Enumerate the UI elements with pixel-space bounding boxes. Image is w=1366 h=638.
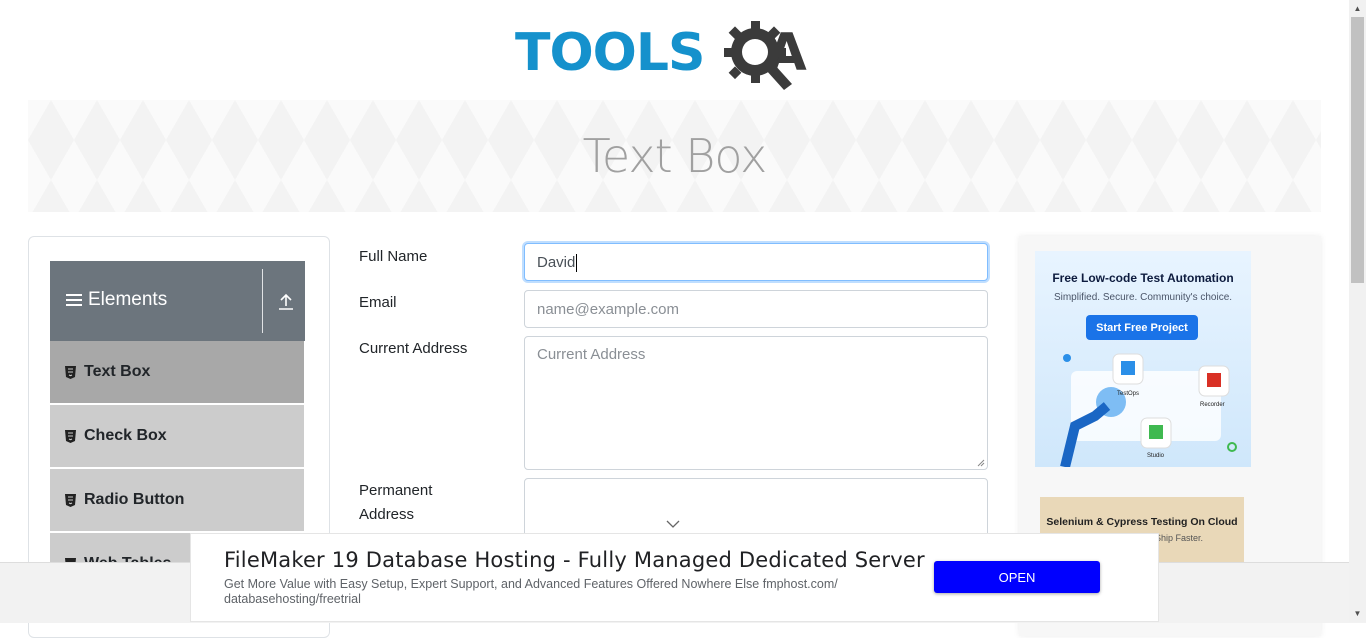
resize-handle-icon[interactable] (977, 459, 985, 467)
email-input[interactable]: name@example.com (524, 290, 988, 328)
elements-group-header[interactable]: Elements (50, 261, 305, 341)
current-address-label: Current Address (359, 340, 468, 357)
logo-text-tools: TOOLS (515, 23, 705, 83)
sidebar-item-label: Check Box (84, 427, 167, 444)
permanent-address-label: Permanent Address (359, 482, 433, 523)
ad2-title: Selenium & Cypress Testing On Cloud (1046, 516, 1238, 528)
ad1-subtitle: Simplified. Secure. Community's choice. (1053, 292, 1233, 303)
html5-icon (65, 493, 76, 507)
scroll-down-icon[interactable]: ▼ (1349, 605, 1366, 622)
ad1-label-studio: Studio (1147, 453, 1165, 459)
sidebar-item-label: Text Box (84, 363, 151, 380)
html5-icon (65, 429, 76, 443)
katalon-ad[interactable]: Free Low-code Test Automation Simplified… (1035, 251, 1251, 467)
elements-group-title: Elements (66, 289, 167, 311)
full-name-label: Full Name (359, 248, 428, 265)
sidebar-item-check-box[interactable]: Check Box (50, 405, 304, 469)
sidebar-item-radio-button[interactable]: Radio Button (50, 469, 304, 533)
bottom-ad[interactable]: FileMaker 19 Database Hosting - Fully Ma… (190, 533, 1159, 622)
hamburger-icon (66, 291, 82, 309)
open-button[interactable]: OPEN (934, 561, 1100, 593)
full-name-input[interactable]: David (524, 243, 988, 281)
html5-icon (65, 365, 76, 379)
current-address-placeholder: Current Address (537, 346, 646, 363)
ad1-label-testops: TestOps (1117, 391, 1139, 397)
full-name-value: David (537, 254, 576, 271)
start-free-project-button[interactable]: Start Free Project (1086, 315, 1198, 340)
sidebar-item-label: Radio Button (84, 491, 185, 508)
email-label: Email (359, 294, 397, 311)
elements-group-label: Elements (88, 289, 168, 310)
page-banner: Text Box (28, 100, 1321, 212)
scroll-up-icon[interactable]: ▲ (1349, 0, 1366, 17)
toolsqa-logo[interactable]: TOOLS A (515, 16, 807, 90)
ad1-label-recorder: Recorder (1200, 402, 1225, 408)
bottom-ad-description: Get More Value with Easy Setup, Expert S… (224, 577, 838, 606)
page-title: Text Box (582, 129, 768, 183)
current-address-textarea[interactable]: Current Address (524, 336, 988, 470)
header-divider (262, 269, 263, 333)
bottom-ad-headline[interactable]: FileMaker 19 Database Hosting - Fully Ma… (224, 548, 925, 572)
logo-gear-magnifier-icon (724, 21, 792, 90)
ad1-title: Free Low-code Test Automation (1052, 271, 1234, 285)
text-cursor (576, 254, 578, 273)
collapse-arrow-icon[interactable] (277, 293, 295, 311)
ad1-illustration: TestOps Recorder Studio (1060, 353, 1237, 467)
scrollbar-thumb[interactable] (1351, 17, 1364, 283)
chevron-down-icon (666, 520, 680, 528)
sidebar-item-text-box[interactable]: Text Box (50, 341, 304, 405)
email-placeholder: name@example.com (537, 301, 679, 318)
